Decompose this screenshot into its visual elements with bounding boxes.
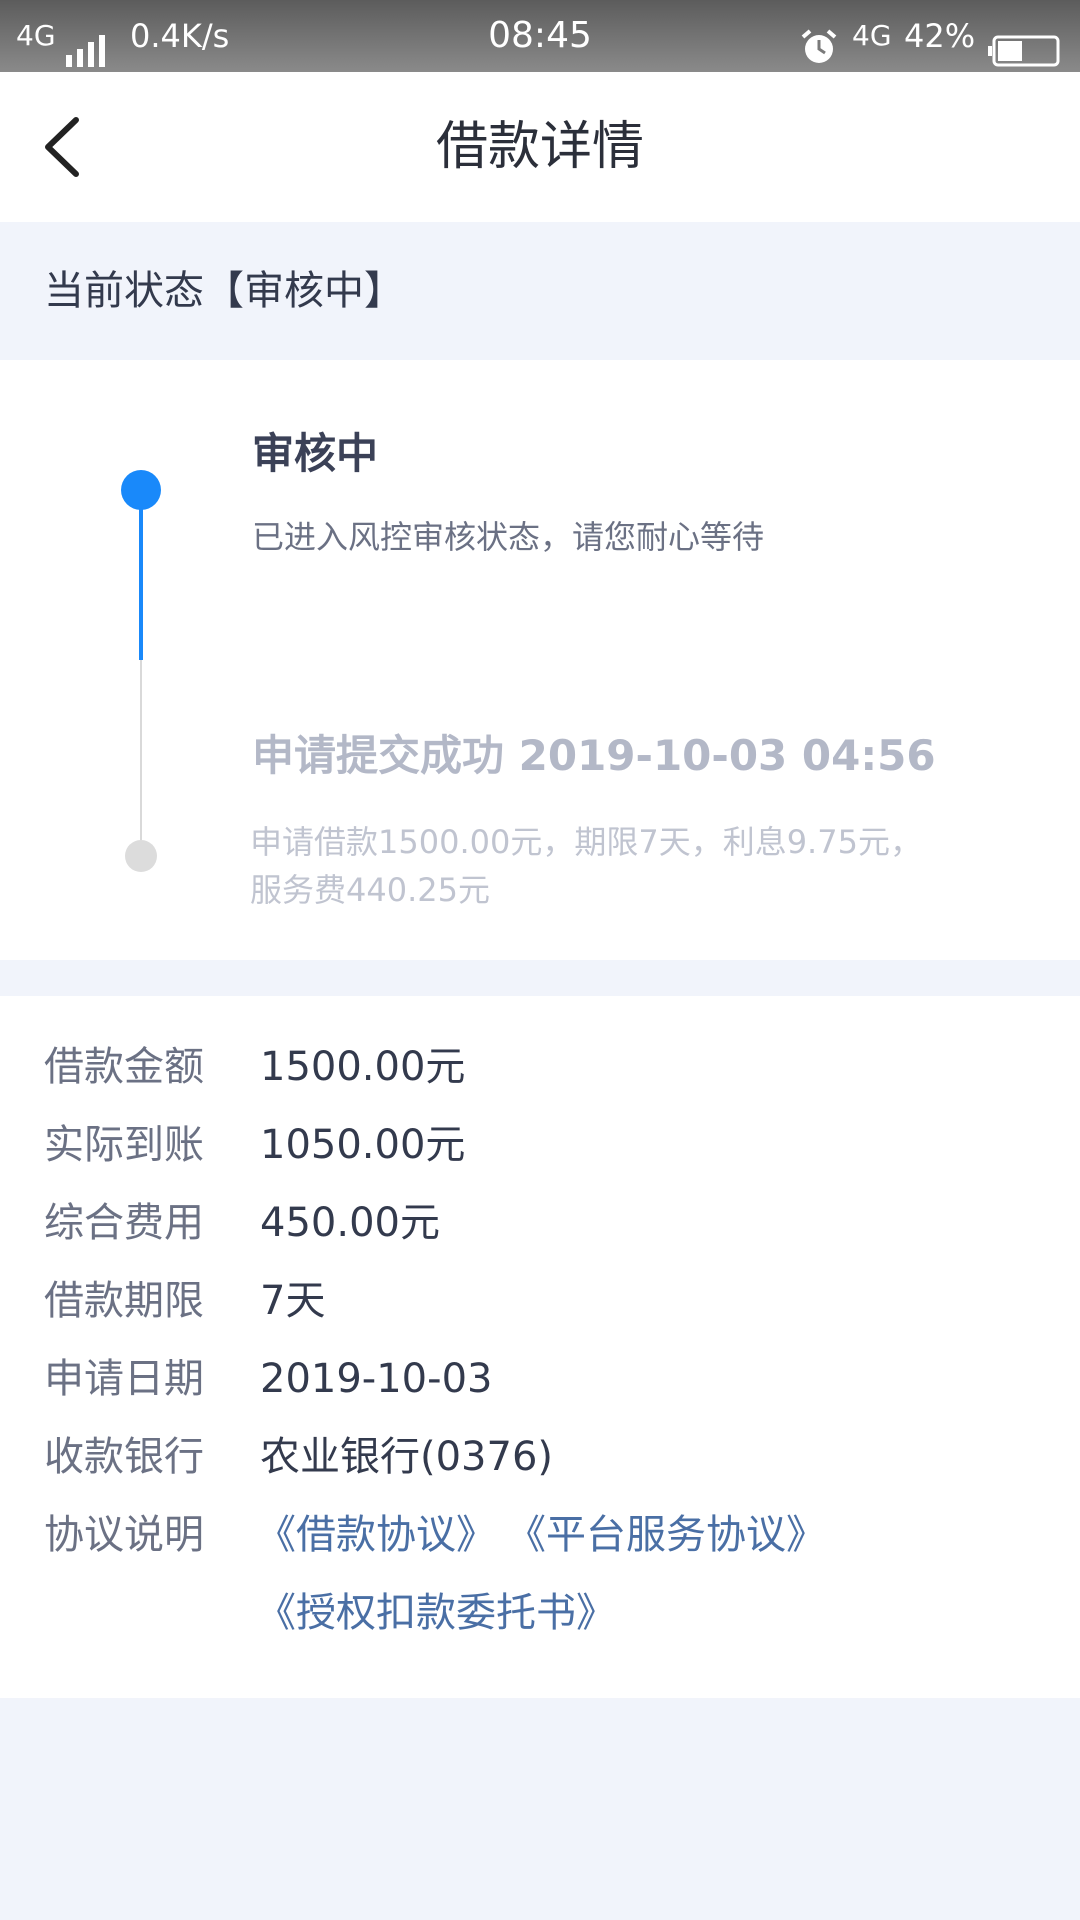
detail-row-agreements-2: 《授权扣款委托书》 bbox=[0, 1574, 1080, 1652]
back-button[interactable] bbox=[30, 112, 100, 182]
detail-label: 实际到账 bbox=[44, 1122, 204, 1168]
detail-row-term: 借款期限 7天 bbox=[0, 1262, 1080, 1340]
detail-row-fees: 综合费用 450.00元 bbox=[0, 1184, 1080, 1262]
battery-icon bbox=[988, 20, 1064, 67]
page-title: 借款详情 bbox=[435, 117, 644, 177]
detail-row-received: 实际到账 1050.00元 bbox=[0, 1106, 1080, 1184]
detail-value: 1500.00元 bbox=[260, 1044, 466, 1090]
detail-label: 借款金额 bbox=[44, 1044, 204, 1090]
timeline-step-desc: 申请借款1500.00元，期限7天，利息9.75元，服务费440.25元 bbox=[250, 823, 922, 909]
current-status-text: 当前状态【审核中】 bbox=[44, 268, 404, 314]
detail-row-bank: 收款银行 农业银行(0376) bbox=[0, 1418, 1080, 1496]
battery-percent: 42% bbox=[904, 17, 976, 55]
detail-label: 借款期限 bbox=[44, 1278, 204, 1324]
detail-label: 收款银行 bbox=[44, 1434, 204, 1480]
chevron-left-icon bbox=[45, 117, 79, 177]
loan-agreement-link[interactable]: 《借款协议》 bbox=[256, 1496, 496, 1574]
alarm-icon bbox=[800, 18, 838, 63]
timeline-dot-inactive bbox=[125, 840, 157, 872]
timeline-line-active bbox=[139, 508, 143, 660]
detail-row-agreements: 协议说明 《借款协议》 《平台服务协议》 bbox=[0, 1496, 1080, 1574]
timeline-dot-active bbox=[121, 470, 161, 510]
status-bar: 4G 0.4K/s 08:45 4G 42% bbox=[0, 0, 1080, 72]
timeline-card: 审核中 已进入风控审核状态，请您耐心等待 申请提交成功 2019-10-03 0… bbox=[0, 360, 1080, 960]
loan-details-card: 借款金额 1500.00元 实际到账 1050.00元 综合费用 450.00元… bbox=[0, 996, 1080, 1698]
detail-value: 450.00元 bbox=[260, 1200, 440, 1246]
timeline-step-title: 审核中 bbox=[252, 429, 379, 478]
detail-value: 2019-10-03 bbox=[260, 1356, 493, 1402]
detail-row-amount: 借款金额 1500.00元 bbox=[0, 1028, 1080, 1106]
timeline-line-inactive bbox=[140, 660, 142, 840]
platform-service-agreement-link[interactable]: 《平台服务协议》 bbox=[506, 1496, 826, 1574]
detail-label: 协议说明 bbox=[44, 1512, 204, 1558]
detail-label: 申请日期 bbox=[44, 1356, 204, 1402]
nav-header: 借款详情 bbox=[0, 72, 1080, 222]
timeline-step-title: 申请提交成功 2019-10-03 04:56 bbox=[252, 731, 936, 780]
detail-value: 1050.00元 bbox=[260, 1122, 466, 1168]
detail-row-date: 申请日期 2019-10-03 bbox=[0, 1340, 1080, 1418]
current-status-bar: 当前状态【审核中】 bbox=[0, 222, 1080, 360]
debit-authorization-link[interactable]: 《授权扣款委托书》 bbox=[256, 1574, 616, 1652]
detail-value: 农业银行(0376) bbox=[260, 1434, 554, 1480]
detail-value: 7天 bbox=[260, 1278, 326, 1324]
timeline-step-desc: 已进入风控审核状态，请您耐心等待 bbox=[252, 518, 765, 556]
detail-label: 综合费用 bbox=[44, 1200, 204, 1246]
network-type-2: 4G bbox=[852, 19, 892, 52]
